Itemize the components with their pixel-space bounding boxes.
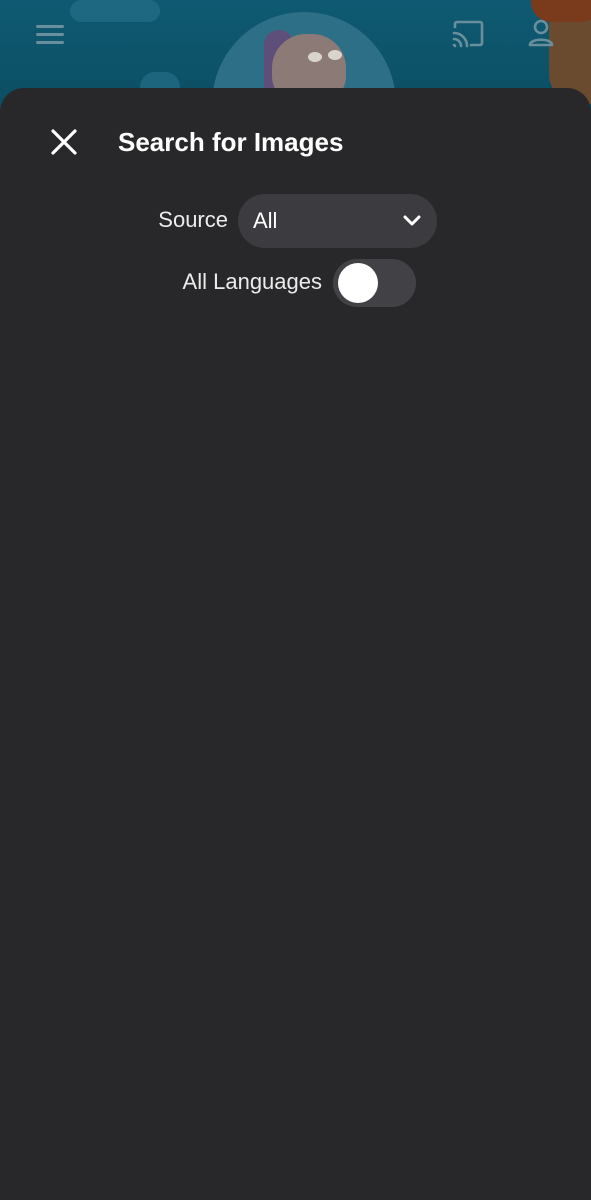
background-cloud: [70, 0, 160, 22]
chevron-down-icon: [403, 215, 421, 227]
source-dropdown[interactable]: All: [238, 194, 437, 248]
close-button[interactable]: [44, 122, 84, 162]
toggle-knob: [338, 263, 378, 303]
cast-icon[interactable]: [450, 18, 486, 50]
source-label: Source: [158, 207, 228, 232]
screen: Search for Images Source All All Languag…: [0, 0, 591, 1200]
close-icon: [50, 128, 78, 156]
background-figure-eye: [328, 50, 342, 60]
background-figure-eye: [308, 52, 322, 62]
all-languages-label: All Languages: [182, 269, 322, 294]
source-selected-value: All: [253, 208, 278, 233]
search-images-sheet: Search for Images Source All All Languag…: [0, 88, 591, 1200]
sheet-title: Search for Images: [118, 127, 344, 157]
menu-icon[interactable]: [34, 20, 66, 48]
all-languages-toggle[interactable]: [333, 259, 416, 307]
account-icon[interactable]: [525, 17, 557, 49]
